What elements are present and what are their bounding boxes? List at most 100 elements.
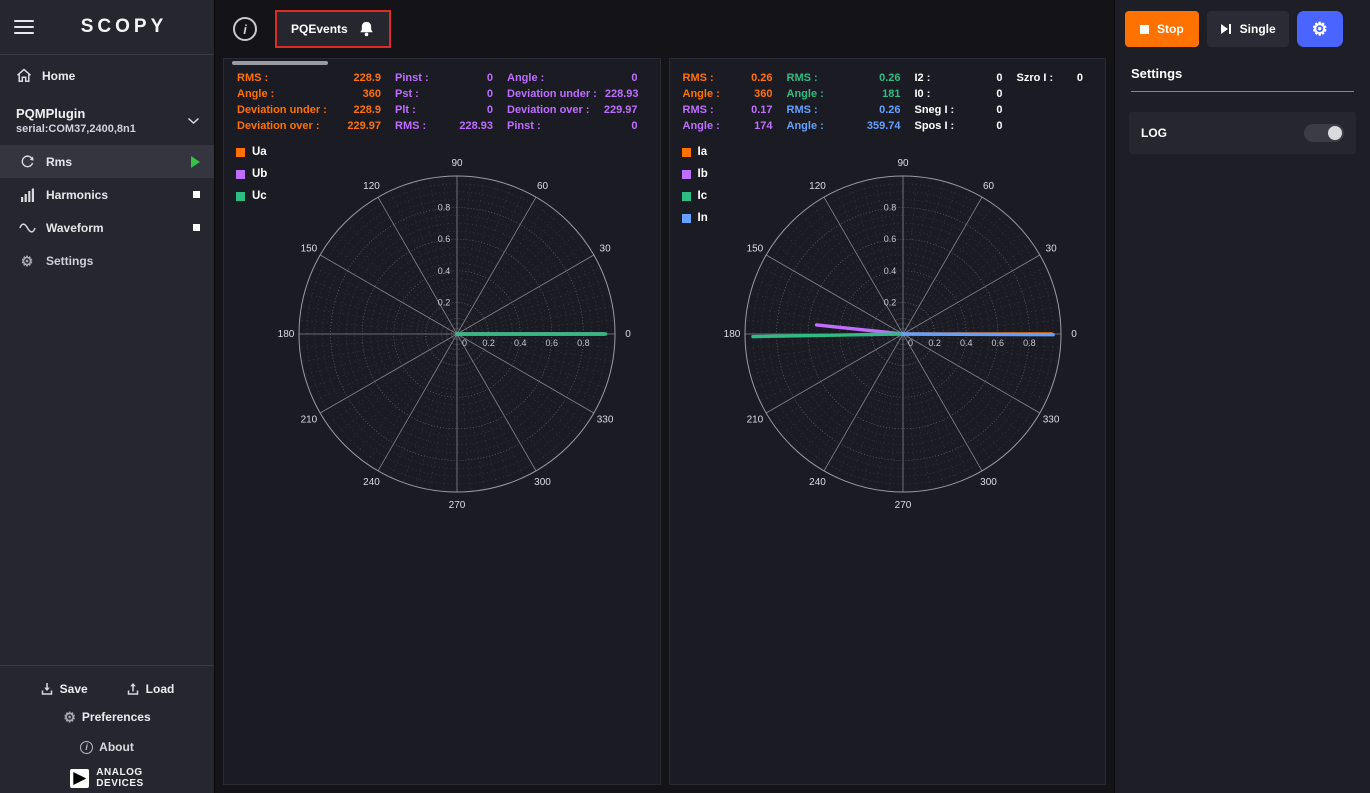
brand-line2: DEVICES: [96, 779, 143, 790]
svg-text:180: 180: [723, 329, 740, 340]
rms-icon: [18, 154, 36, 169]
legend-label: Uc: [252, 190, 267, 202]
about-button[interactable]: i About: [0, 732, 214, 762]
toggle-knob: [1328, 126, 1342, 140]
legend-label: Ib: [698, 168, 708, 180]
svg-text:0.2: 0.2: [482, 338, 495, 348]
preferences-button[interactable]: ⚙ Preferences: [0, 702, 214, 732]
scopy-logo: SCOPY: [48, 16, 200, 38]
sidebar-footer: Save Load ⚙ Preferences i About: [0, 666, 214, 793]
stat-angle: Angle :360: [683, 88, 787, 100]
save-button[interactable]: Save: [40, 682, 88, 696]
sidebar-item-label: Home: [42, 69, 75, 83]
running-indicator-icon[interactable]: [191, 156, 200, 168]
legend-item-in[interactable]: In: [682, 212, 708, 224]
main-area: i PQEvents RMS :228.9Pinst :0Angle :0 Ang…: [215, 0, 1114, 793]
stat-pinst: Pinst :0: [395, 72, 507, 84]
stats-row: RMS :0.26RMS :0.26I2 :0Szro I :0: [683, 72, 1098, 84]
svg-text:210: 210: [746, 415, 763, 426]
single-label: Single: [1240, 22, 1276, 36]
stat-rms: RMS :228.93: [395, 120, 507, 132]
settings-gear-button[interactable]: ⚙: [1297, 11, 1343, 47]
plugin-serial: serial:COM37,2400,8n1: [16, 123, 187, 135]
waveform-icon: [18, 222, 36, 234]
load-icon: [126, 682, 140, 696]
load-button[interactable]: Load: [126, 682, 175, 696]
svg-text:90: 90: [897, 158, 909, 169]
current-legend: Ia Ib Ic In: [682, 146, 708, 224]
svg-text:0: 0: [462, 338, 467, 348]
stopped-indicator-icon[interactable]: [193, 191, 200, 198]
pqevents-tab[interactable]: PQEvents: [275, 10, 391, 48]
voltage-stats: RMS :228.9Pinst :0Angle :0 Angle :360Pst …: [224, 59, 660, 132]
legend-label: Ub: [252, 168, 267, 180]
stats-row: Deviation over :229.97RMS :228.93Pinst :…: [237, 120, 652, 132]
stat-rms: RMS :228.9: [237, 72, 395, 84]
log-toggle[interactable]: [1304, 124, 1344, 142]
stat-pinst: Pinst :0: [507, 120, 652, 132]
voltage-polar-chart[interactable]: 030609012015018021024027030033000.20.20.…: [224, 136, 660, 548]
legend-label: Ic: [698, 190, 708, 202]
stop-icon: [1140, 25, 1149, 34]
sidebar-item-harmonics[interactable]: Harmonics: [0, 178, 214, 211]
voltage-panel: RMS :228.9Pinst :0Angle :0 Angle :360Pst …: [223, 58, 661, 785]
svg-text:0.4: 0.4: [438, 266, 451, 276]
sidebar-item-label: Waveform: [46, 221, 104, 235]
legend-swatch-icon: [682, 148, 691, 157]
brand-line1: ANALOG: [96, 768, 143, 779]
svg-text:0.8: 0.8: [438, 203, 451, 213]
voltage-chart-wrap: UaUbUc 030609012015018021024027030033000…: [224, 136, 660, 548]
svg-text:0.8: 0.8: [1023, 338, 1036, 348]
menu-icon[interactable]: [14, 20, 34, 34]
chevron-down-icon[interactable]: [187, 117, 200, 125]
legend-item-uc[interactable]: Uc: [236, 190, 267, 202]
log-setting-row: LOG: [1129, 112, 1356, 154]
legend-item-ua[interactable]: Ua: [236, 146, 267, 158]
current-stats: RMS :0.26RMS :0.26I2 :0Szro I :0 Angle :3…: [670, 59, 1106, 132]
toolbar: i PQEvents: [215, 0, 1114, 58]
stop-button[interactable]: Stop: [1125, 11, 1199, 47]
legend-swatch-icon: [682, 170, 691, 179]
svg-text:330: 330: [597, 415, 614, 426]
single-button[interactable]: Single: [1207, 11, 1289, 47]
svg-text:0.6: 0.6: [546, 338, 559, 348]
svg-text:60: 60: [537, 181, 549, 192]
settings-panel-title: Settings: [1131, 66, 1354, 92]
current-polar-chart[interactable]: 030609012015018021024027030033000.20.20.…: [670, 136, 1106, 548]
app-window: SCOPY Home PQMPlugin serial:COM37,2400,8…: [0, 0, 1370, 793]
svg-text:0.6: 0.6: [438, 234, 451, 244]
svg-text:0.6: 0.6: [991, 338, 1004, 348]
left-sidebar: SCOPY Home PQMPlugin serial:COM37,2400,8…: [0, 0, 215, 793]
stats-row: RMS :228.9Pinst :0Angle :0: [237, 72, 652, 84]
stopped-indicator-icon[interactable]: [193, 224, 200, 231]
sidebar-item-waveform[interactable]: Waveform: [0, 211, 214, 244]
voltage-legend: Ua Ub Uc: [236, 146, 267, 202]
legend-item-ia[interactable]: Ia: [682, 146, 708, 158]
log-label: LOG: [1141, 126, 1167, 140]
info-icon[interactable]: i: [233, 17, 257, 41]
plugin-header[interactable]: PQMPlugin serial:COM37,2400,8n1: [0, 96, 214, 145]
legend-label: Ua: [252, 146, 267, 158]
stat-deviation-under: Deviation under :228.9: [237, 104, 395, 116]
legend-item-ib[interactable]: Ib: [682, 168, 708, 180]
scrollbar-handle[interactable]: [232, 61, 328, 65]
svg-text:180: 180: [278, 329, 295, 340]
legend-item-ub[interactable]: Ub: [236, 168, 267, 180]
legend-swatch-icon: [236, 192, 245, 201]
single-run-icon: [1220, 23, 1232, 35]
sidebar-item-home[interactable]: Home: [0, 55, 214, 96]
svg-text:150: 150: [746, 244, 763, 255]
home-icon: [16, 68, 32, 83]
legend-item-ic[interactable]: Ic: [682, 190, 708, 202]
sidebar-item-settings[interactable]: ⚙ Settings: [0, 244, 214, 277]
stats-row: Angle :174Angle :359.74Spos I :0: [683, 120, 1098, 132]
current-panel: RMS :0.26RMS :0.26I2 :0Szro I :0 Angle :3…: [669, 58, 1107, 785]
bell-icon: [358, 21, 375, 37]
preferences-label: Preferences: [82, 710, 151, 724]
stat-i0: I0 :0: [915, 88, 1017, 100]
sidebar-item-rms[interactable]: Rms: [0, 145, 214, 178]
right-sidebar: Stop Single ⚙ Settings LOG: [1114, 0, 1370, 793]
stop-label: Stop: [1157, 22, 1184, 36]
stats-row: Angle :360Pst :0Deviation under :228.93: [237, 88, 652, 100]
svg-text:0.4: 0.4: [514, 338, 527, 348]
